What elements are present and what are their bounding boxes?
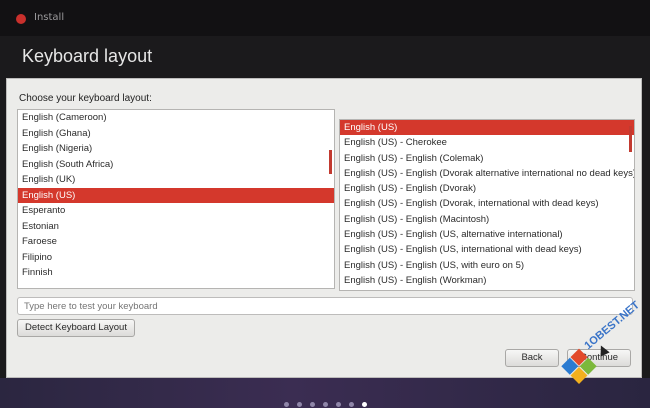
progress-dot (297, 402, 302, 407)
window-title: Install (34, 12, 65, 23)
layout-list-item[interactable]: English (Nigeria) (18, 141, 334, 157)
choose-layout-label: Choose your keyboard layout: (19, 93, 152, 104)
progress-dot (284, 402, 289, 407)
layout-list-item[interactable]: English (UK) (18, 172, 334, 188)
keyboard-layout-panel: Choose your keyboard layout: English (Ca… (6, 78, 642, 378)
watermark: 1OBEST.NET (561, 299, 646, 386)
progress-dot (362, 402, 367, 407)
progress-bar (0, 378, 650, 408)
progress-dot (349, 402, 354, 407)
progress-dot (323, 402, 328, 407)
variant-list-item[interactable]: English (US) - English (Workman, interna… (340, 288, 634, 290)
variant-list-item[interactable]: English (US) - English (US, with euro on… (340, 258, 634, 273)
variant-list-item[interactable]: English (US) (340, 120, 634, 136)
layout-list-item[interactable]: English (US) (18, 187, 334, 203)
variant-list[interactable]: English (US) English (US) - Cherokee Engli… (339, 119, 635, 291)
variant-list-item[interactable]: English (US) - English (Macintosh) (340, 212, 634, 227)
back-button[interactable]: Back (505, 349, 559, 367)
layout-list-item[interactable]: Faroese (18, 234, 334, 250)
progress-dot (310, 402, 315, 407)
variant-list-item[interactable]: English (US) - English (Colemak) (340, 151, 634, 166)
windows-logo-icon (561, 348, 598, 386)
layout-list-item[interactable]: Esperanto (18, 203, 334, 219)
variant-list-item[interactable]: English (US) - English (US, alternative … (340, 227, 634, 242)
title-bar: Install (0, 0, 650, 36)
layout-list-item[interactable]: Finnish (18, 265, 334, 281)
variant-list-item[interactable]: English (US) - English (Workman) (340, 273, 634, 288)
keyboard-test-input[interactable] (17, 297, 633, 315)
progress-dot (336, 402, 341, 407)
scrollbar[interactable] (629, 126, 632, 152)
variant-list-item[interactable]: English (US) - English (US, internationa… (340, 242, 634, 257)
variant-list-item[interactable]: English (US) - English (Dvorak alternati… (340, 166, 634, 181)
layout-list-item[interactable]: English (Ghana) (18, 126, 334, 142)
detect-keyboard-layout-button[interactable]: Detect Keyboard Layout (17, 319, 135, 337)
layout-list-item[interactable]: English (Cameroon) (18, 110, 334, 126)
close-icon[interactable] (16, 14, 26, 24)
variant-list-item[interactable]: English (US) - Cherokee (340, 135, 634, 150)
page-title: Keyboard layout (22, 46, 153, 66)
scrollbar[interactable] (329, 150, 332, 174)
variant-list-item[interactable]: English (US) - English (Dvorak) (340, 181, 634, 196)
layout-list-item[interactable]: English (South Africa) (18, 157, 334, 173)
layout-list-item[interactable]: Filipino (18, 250, 334, 266)
variant-list-item[interactable]: English (US) - English (Dvorak, internat… (340, 196, 634, 211)
layout-list[interactable]: English (Cameroon) English (Ghana) English… (17, 109, 335, 289)
progress-dots (284, 402, 367, 408)
layout-list-item[interactable]: Estonian (18, 219, 334, 235)
